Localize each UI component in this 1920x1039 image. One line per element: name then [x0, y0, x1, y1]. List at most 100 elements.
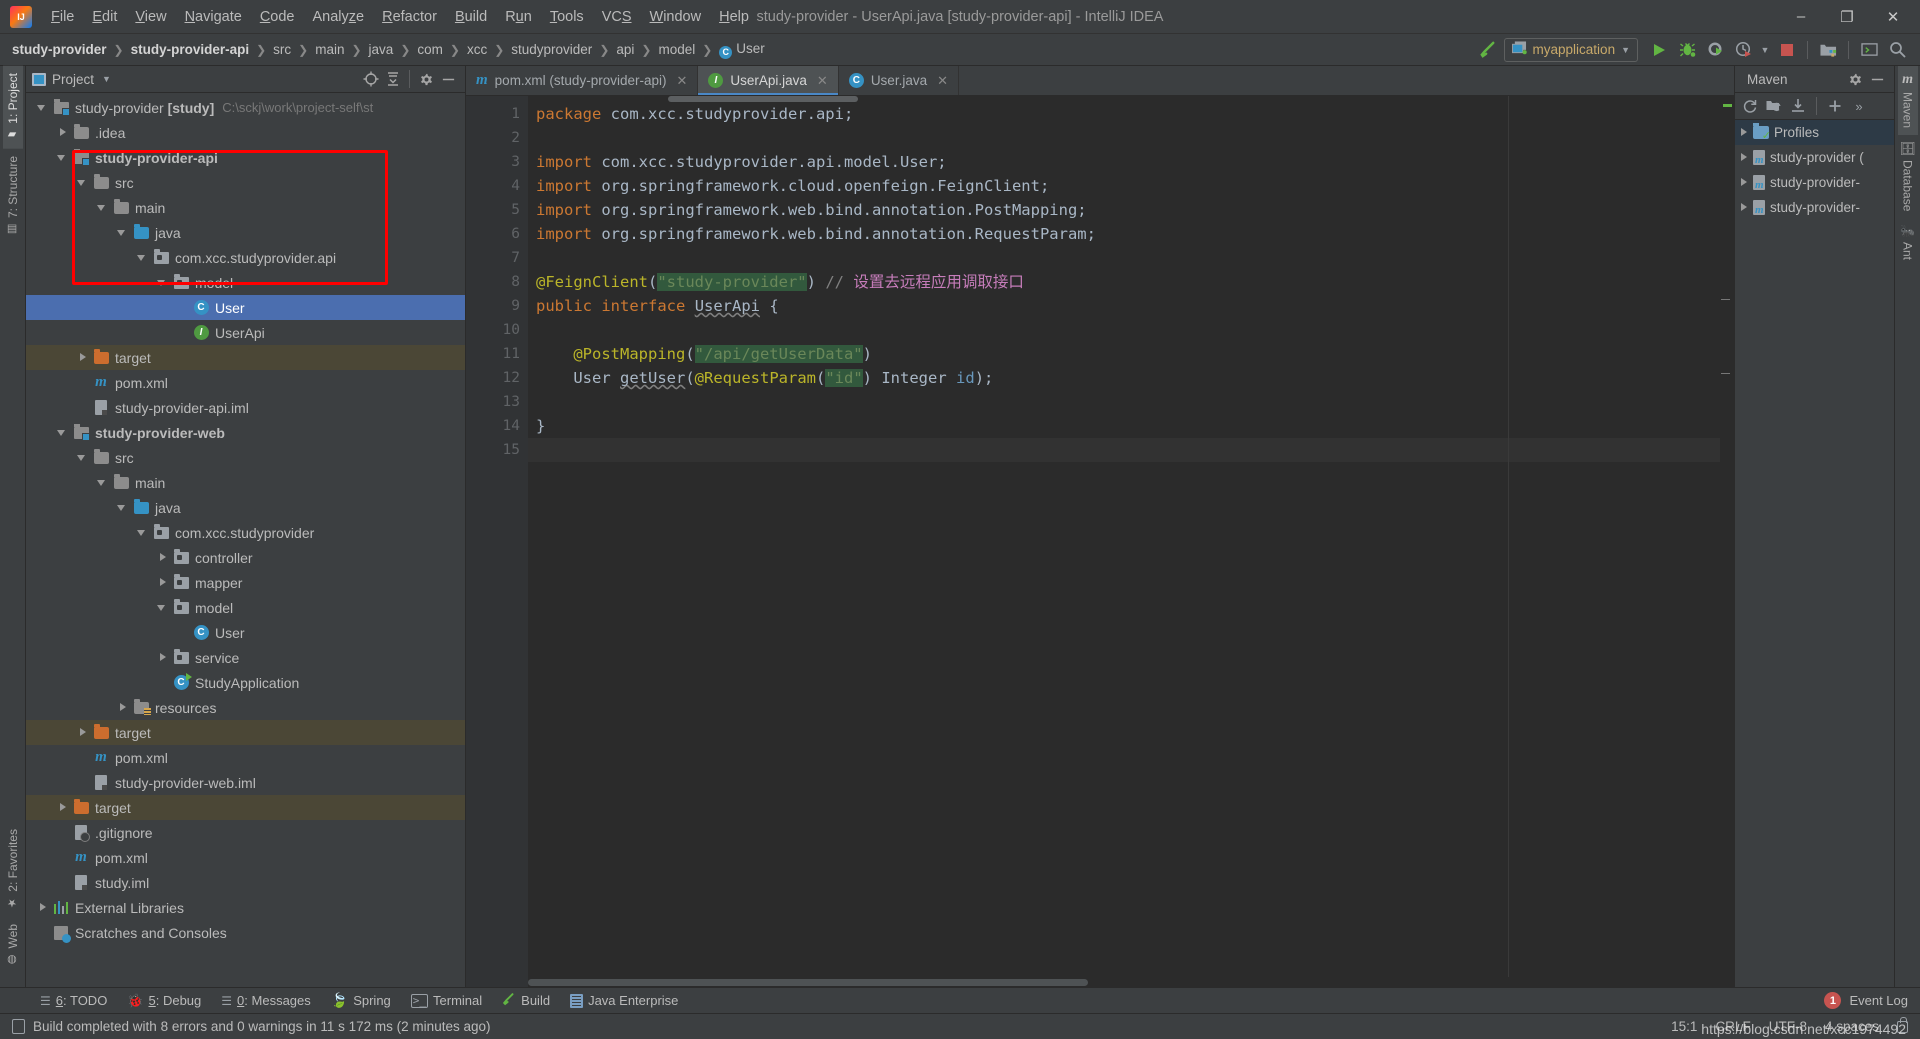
menu-analyze[interactable]: Analyze: [304, 5, 374, 29]
tree-node-study.iml[interactable]: study.iml: [26, 870, 465, 895]
breadcrumb-item-model[interactable]: model: [656, 40, 697, 59]
maven-node-study-provider--[interactable]: study-provider (: [1735, 145, 1894, 170]
maven-tree[interactable]: Profiles study-provider (study-provider-s…: [1735, 120, 1894, 987]
breadcrumb-item-com[interactable]: com: [415, 40, 445, 59]
tree-node-controller[interactable]: controller: [26, 545, 465, 570]
maximize-button[interactable]: ❐: [1824, 0, 1870, 33]
tree-node-target[interactable]: target: [26, 795, 465, 820]
tool-button-terminal[interactable]: >_ Terminal: [401, 991, 492, 1010]
tree-node-user[interactable]: C User: [26, 295, 465, 320]
tree-node-target[interactable]: target: [26, 345, 465, 370]
collapse-all-icon[interactable]: [382, 68, 404, 90]
chevron-down-icon[interactable]: ▼: [102, 74, 111, 84]
tree-node-scratches-and-consoles[interactable]: Scratches and Consoles: [26, 920, 465, 945]
profiler-dropdown-icon[interactable]: ▼: [1758, 37, 1772, 63]
sidebar-item-maven[interactable]: m Maven: [1897, 66, 1918, 136]
menu-navigate[interactable]: Navigate: [176, 5, 251, 29]
tree-node-user[interactable]: C User: [26, 620, 465, 645]
editor-horizontal-scrollbar[interactable]: [528, 977, 1720, 987]
tree-toggle-open-icon[interactable]: [76, 176, 89, 189]
tree-toggle-open-icon[interactable]: [156, 601, 169, 614]
tree-toggle-open-icon[interactable]: [136, 251, 149, 264]
tree-node-com.xcc.studyprovider.api[interactable]: com.xcc.studyprovider.api: [26, 245, 465, 270]
hide-icon[interactable]: [437, 68, 459, 90]
maven-node-profiles[interactable]: Profiles: [1735, 120, 1894, 145]
tree-toggle-closed-icon[interactable]: [116, 701, 129, 714]
sidebar-item-ant[interactable]: 🐜 Ant: [1897, 218, 1918, 267]
close-icon[interactable]: ✕: [676, 73, 687, 89]
add-icon[interactable]: [1824, 95, 1846, 117]
lock-icon[interactable]: [1897, 1016, 1908, 1033]
tree-node-studyapplication[interactable]: C StudyApplication: [26, 670, 465, 695]
menu-refactor[interactable]: Refactor: [373, 5, 446, 29]
locate-icon[interactable]: [360, 68, 382, 90]
tree-toggle-closed-icon[interactable]: [56, 801, 69, 814]
terminal-icon[interactable]: [1856, 37, 1882, 63]
project-structure-icon[interactable]: [1815, 37, 1841, 63]
close-button[interactable]: ✕: [1870, 0, 1916, 33]
tree-toggle-closed-icon[interactable]: [156, 551, 169, 564]
sidebar-item-structure[interactable]: ▤ 7: Structure: [3, 149, 23, 243]
tree-toggle-open-icon[interactable]: [56, 426, 69, 439]
menu-window[interactable]: Window: [641, 5, 711, 29]
tree-node-external-libraries[interactable]: External Libraries: [26, 895, 465, 920]
hide-icon[interactable]: [1866, 68, 1888, 90]
editor-gutter[interactable]: 123−456−789101112131415: [466, 96, 544, 987]
tool-button-debug[interactable]: 🐞 5: Debug: [117, 991, 211, 1011]
gear-icon[interactable]: [1844, 68, 1866, 90]
editor-error-stripe[interactable]: [1720, 96, 1734, 987]
tree-node-study-provider-web.iml[interactable]: study-provider-web.iml: [26, 770, 465, 795]
tree-toggle-open-icon[interactable]: [96, 476, 109, 489]
menu-view[interactable]: View: [126, 5, 175, 29]
tool-button-spring[interactable]: 🍃 Spring: [321, 990, 401, 1011]
run-with-coverage-icon[interactable]: [1702, 37, 1728, 63]
tree-node-com.xcc.studyprovider[interactable]: com.xcc.studyprovider: [26, 520, 465, 545]
tool-button-messages[interactable]: ☰ 0: Messages: [211, 991, 320, 1010]
project-tree[interactable]: study-provider [study] C:\sckj\work\proje…: [26, 93, 465, 987]
download-sources-icon[interactable]: [1787, 95, 1809, 117]
tree-node-study-provider-api[interactable]: study-provider-api: [26, 145, 465, 170]
editor-horizontal-scroll-thumb-top[interactable]: [668, 96, 858, 102]
minimize-button[interactable]: –: [1778, 0, 1824, 33]
event-log-label[interactable]: Event Log: [1849, 993, 1908, 1008]
tree-node-pom.xml[interactable]: m pom.xml: [26, 370, 465, 395]
tool-button-java-enterprise[interactable]: Java Enterprise: [560, 991, 688, 1010]
tree-toggle-open-icon[interactable]: [76, 451, 89, 464]
gear-icon[interactable]: [415, 68, 437, 90]
tree-node-src[interactable]: src: [26, 170, 465, 195]
code-content[interactable]: package com.xcc.studyprovider.api; import…: [528, 96, 1720, 987]
close-icon[interactable]: ✕: [937, 73, 948, 89]
breadcrumb-item-api[interactable]: api: [614, 40, 636, 59]
line-separator[interactable]: CRLF: [1715, 1019, 1750, 1034]
editor-tab-userapi.java[interactable]: I UserApi.java ✕: [698, 66, 839, 95]
tree-toggle-open-icon[interactable]: [116, 501, 129, 514]
debug-icon[interactable]: [1674, 37, 1700, 63]
tree-node-.gitignore[interactable]: .gitignore: [26, 820, 465, 845]
tree-node-service[interactable]: service: [26, 645, 465, 670]
maven-node-study-provider-[interactable]: study-provider-: [1735, 170, 1894, 195]
tree-node-main[interactable]: main: [26, 195, 465, 220]
breadcrumb-item-user[interactable]: C User: [717, 39, 767, 61]
hammer-icon[interactable]: [1476, 37, 1502, 63]
tree-toggle-open-icon[interactable]: [116, 226, 129, 239]
tree-node-pom.xml[interactable]: m pom.xml: [26, 845, 465, 870]
tool-button-todo[interactable]: ☰ 6: TODO: [30, 991, 117, 1010]
menu-build[interactable]: Build: [446, 5, 496, 29]
tree-node-mapper[interactable]: mapper: [26, 570, 465, 595]
run-configuration-selector[interactable]: myapplication ▼: [1503, 37, 1638, 62]
tree-toggle-open-icon[interactable]: [56, 151, 69, 164]
file-encoding[interactable]: UTF-8: [1769, 1019, 1807, 1034]
tree-toggle-closed-icon[interactable]: [56, 126, 69, 139]
scrollbar-thumb[interactable]: [528, 979, 1088, 986]
stop-icon[interactable]: [1774, 37, 1800, 63]
indent-setting[interactable]: 4 spaces: [1825, 1019, 1879, 1034]
tree-node-userapi[interactable]: I UserApi: [26, 320, 465, 345]
tree-node-.idea[interactable]: .idea: [26, 120, 465, 145]
tree-toggle-closed-icon[interactable]: [76, 726, 89, 739]
tree-node-study-provider-web[interactable]: study-provider-web: [26, 420, 465, 445]
breadcrumb-item-java[interactable]: java: [367, 40, 396, 59]
sidebar-item-web[interactable]: ◍ Web: [3, 917, 23, 973]
editor-tab-pom.xml--study-provider-api-[interactable]: m pom.xml (study-provider-api) ✕: [466, 66, 699, 95]
caret-position[interactable]: 15:1: [1671, 1019, 1697, 1034]
tree-node-main[interactable]: main: [26, 470, 465, 495]
